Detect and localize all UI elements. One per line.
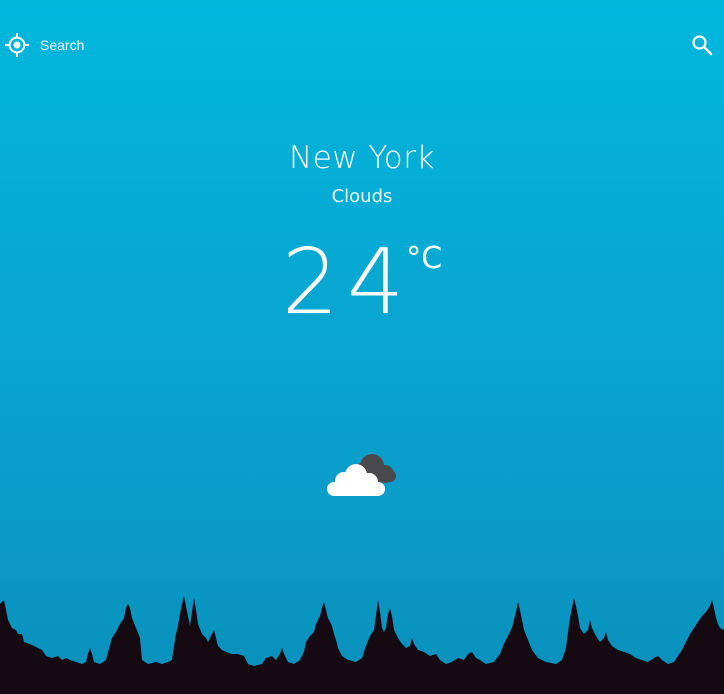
weather-condition: Clouds (331, 186, 393, 207)
my-location-icon[interactable] (4, 32, 30, 58)
search-input[interactable] (40, 33, 640, 57)
city-skyline-silhouette (0, 596, 724, 694)
city-name: New York (289, 140, 435, 176)
temperature-display: 24°C (0, 228, 724, 338)
cloudy-icon (327, 454, 396, 496)
search-icon[interactable] (690, 33, 714, 57)
temperature-unit: °C (406, 241, 443, 276)
temperature-value: 24 (281, 230, 413, 335)
search-bar (0, 24, 724, 66)
